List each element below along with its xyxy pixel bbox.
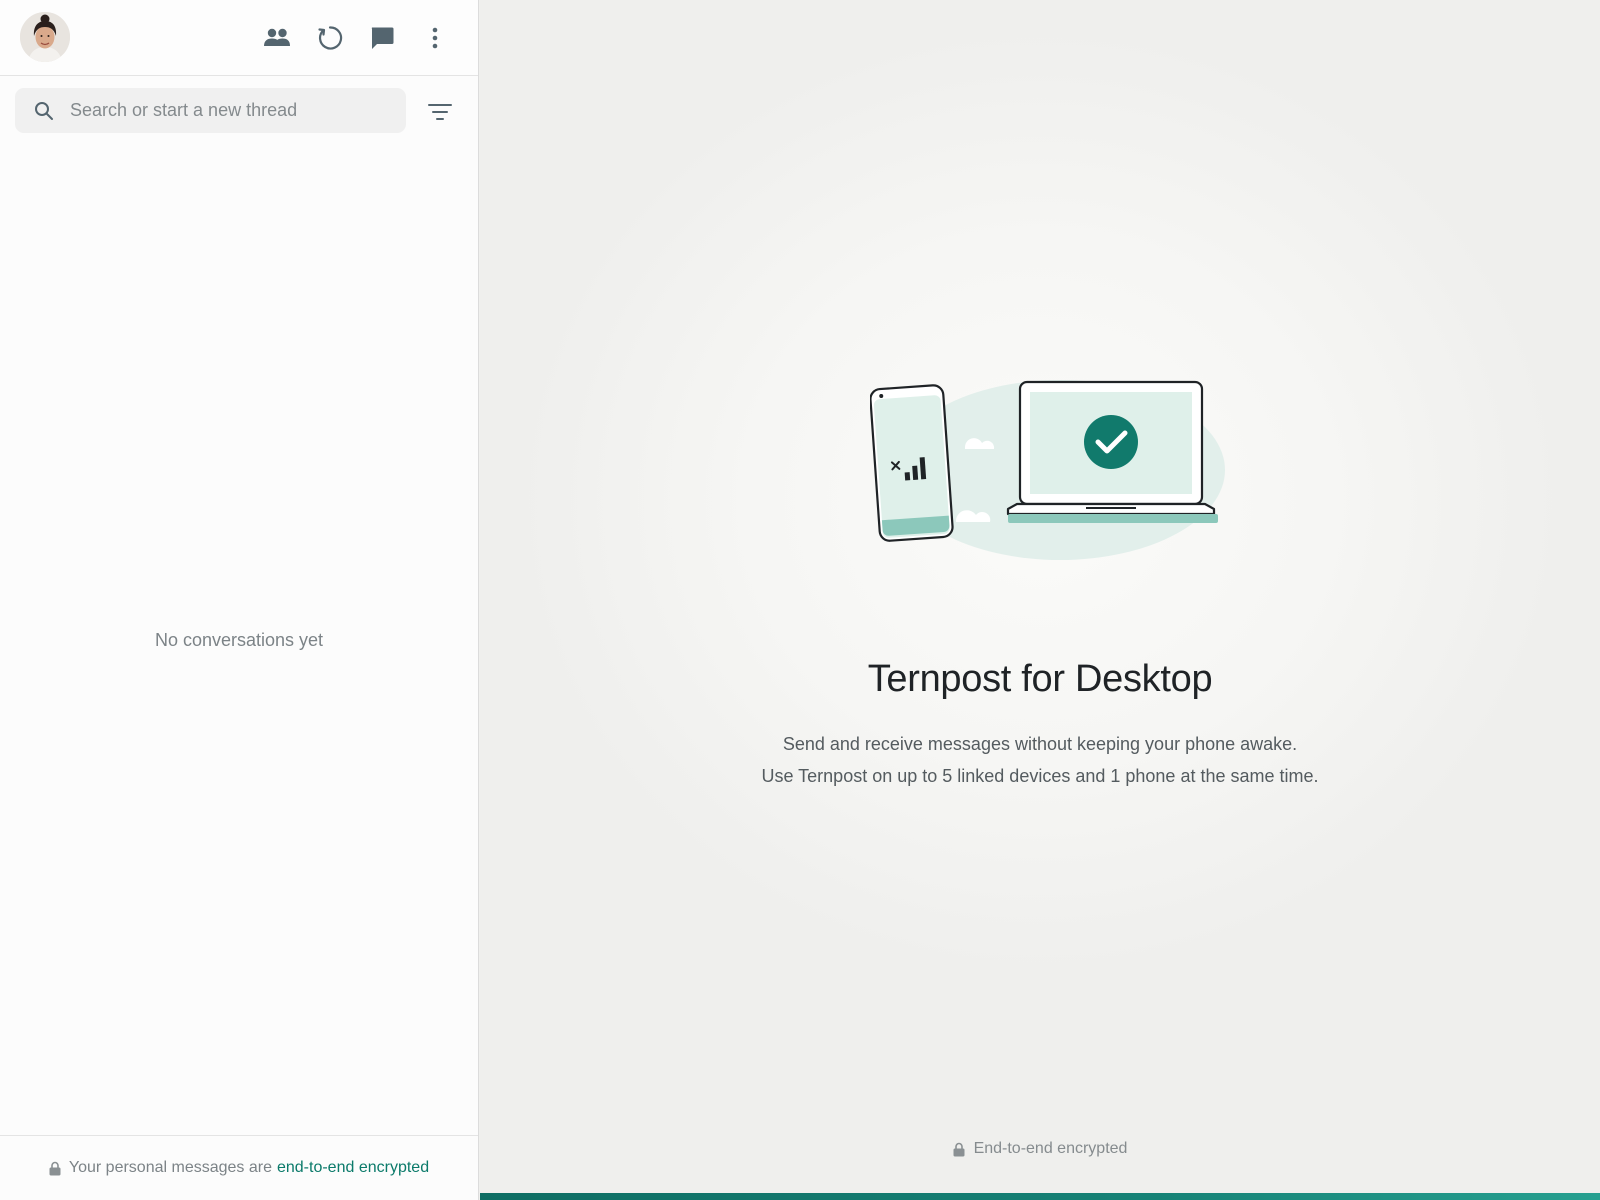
encryption-notice-text: Your personal messages are end-to-end en…: [69, 1159, 429, 1177]
bottom-accent-bar: [480, 1193, 1600, 1200]
filter-button[interactable]: [424, 96, 456, 128]
search-input[interactable]: [70, 88, 390, 133]
linked-devices-illustration: [869, 375, 1230, 575]
description-line-1: Send and receive messages without keepin…: [782, 734, 1298, 754]
status-button[interactable]: [312, 20, 348, 56]
menu-icon: [432, 27, 438, 49]
filter-icon: [428, 104, 452, 120]
lock-icon: [49, 1161, 61, 1175]
user-avatar-icon: [20, 12, 70, 62]
communities-button[interactable]: [259, 20, 295, 56]
new-chat-icon: [371, 27, 394, 49]
search-box[interactable]: [15, 88, 406, 133]
devices-illustration-icon: [869, 380, 1225, 560]
sidebar-header: [0, 0, 478, 76]
page-title: Ternpost for Desktop: [867, 658, 1213, 700]
lock-icon: [953, 1142, 965, 1156]
encryption-footer: End-to-end encrypted: [480, 1140, 1600, 1158]
menu-button[interactable]: [417, 20, 453, 56]
sidebar: No conversations yet Your personal messa…: [0, 0, 479, 1200]
empty-conversations-label: No conversations yet: [154, 630, 324, 650]
encryption-link[interactable]: end-to-end encrypted: [277, 1159, 429, 1177]
description-line-2: Use Ternpost on up to 5 linked devices a…: [761, 766, 1319, 786]
search-row: [0, 76, 478, 148]
encryption-footer-text: End-to-end encrypted: [973, 1140, 1128, 1157]
avatar[interactable]: [20, 12, 70, 62]
communities-icon: [264, 28, 290, 46]
encryption-notice: Your personal messages are end-to-end en…: [0, 1135, 478, 1200]
main-panel: Ternpost for Desktop Send and receive me…: [480, 0, 1600, 1200]
page-description: Send and receive messages without keepin…: [480, 728, 1600, 792]
new-chat-button[interactable]: [364, 20, 400, 56]
encryption-notice-prefix: Your personal messages are: [68, 1159, 272, 1176]
search-icon: [33, 100, 55, 122]
status-icon: [318, 26, 343, 50]
